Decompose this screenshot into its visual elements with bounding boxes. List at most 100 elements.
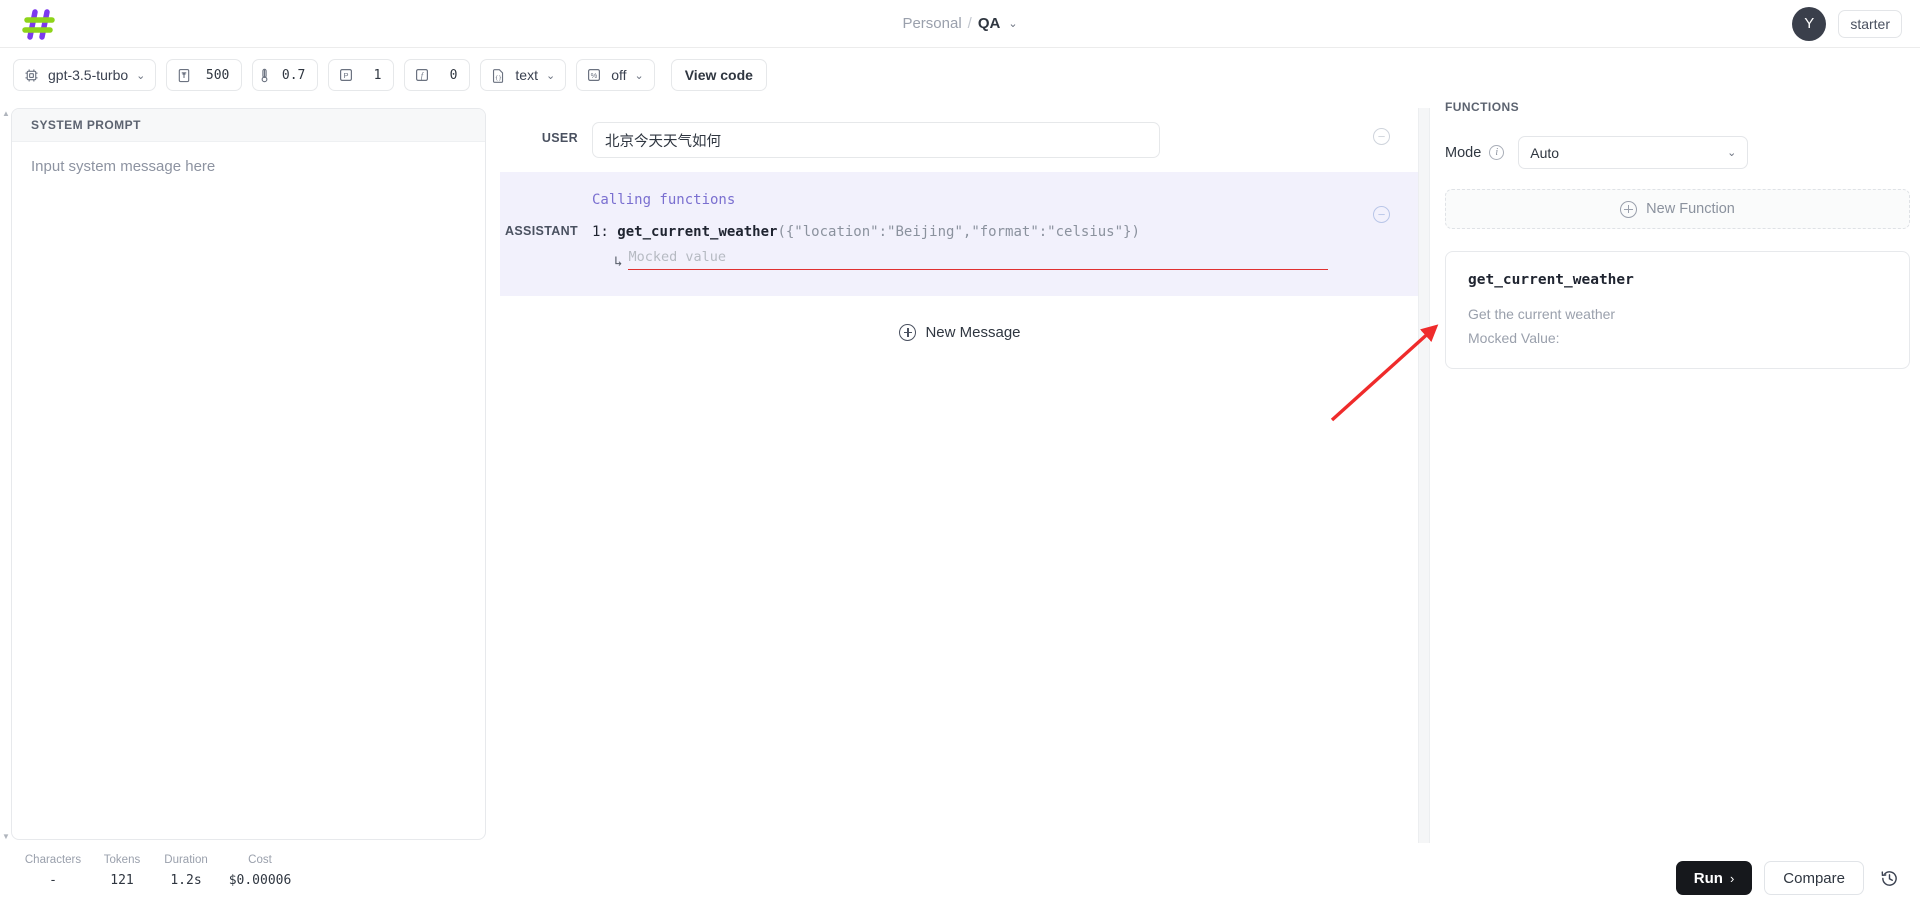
app-header: Personal / QA ⌄ Y starter xyxy=(0,0,1920,48)
chip-icon xyxy=(14,60,48,90)
return-arrow-icon: ↳ xyxy=(614,254,623,270)
message-content: Calling functions 1: get_current_weather… xyxy=(592,192,1420,270)
minus-circle-icon[interactable]: − xyxy=(1373,128,1390,145)
chevron-down-icon[interactable]: ⌄ xyxy=(546,69,565,82)
stat-value: 121 xyxy=(110,873,134,888)
frequency-penalty-control[interactable]: f 0 xyxy=(404,59,471,91)
avatar[interactable]: Y xyxy=(1792,6,1827,41)
chevron-down-icon[interactable]: ⌄ xyxy=(1008,17,1017,30)
compare-button[interactable]: Compare xyxy=(1764,861,1864,895)
scroll-down-icon[interactable]: ▼ xyxy=(2,833,11,841)
presence-penalty-control[interactable]: % off ⌄ xyxy=(576,59,655,91)
run-stats: Characters - Tokens 121 Duration 1.2s Co… xyxy=(14,854,300,888)
function-call-line: 1: get_current_weather({"location":"Beij… xyxy=(592,224,1370,240)
footer-actions: Run › Compare xyxy=(1675,861,1902,895)
max-length-icon xyxy=(167,60,200,90)
stat-label: Characters xyxy=(24,854,82,866)
function-card-mocked-value-label: Mocked Value: xyxy=(1468,330,1560,346)
function-call-index: 1: xyxy=(592,224,609,240)
new-function-label: New Function xyxy=(1646,201,1735,217)
message-role-label: ASSISTANT xyxy=(504,224,578,238)
parameters-toolbar: gpt-3.5-turbo ⌄ 500 0.7 P 1 f 0 {} text … xyxy=(0,48,1920,102)
stat-tokens: Tokens 121 xyxy=(92,854,152,888)
new-function-button[interactable]: New Function xyxy=(1445,189,1910,229)
info-icon[interactable]: i xyxy=(1489,145,1505,160)
stat-duration: Duration 1.2s xyxy=(152,854,220,888)
p-box-icon: P xyxy=(329,60,363,90)
chevron-right-icon: › xyxy=(1729,870,1735,886)
mocked-value-row: ↳ Mocked value xyxy=(592,249,1370,270)
plan-badge[interactable]: starter xyxy=(1838,9,1902,38)
stat-cost: Cost $0.00006 xyxy=(220,854,300,888)
thermometer-icon xyxy=(253,60,276,90)
scroll-up-icon[interactable]: ▲ xyxy=(2,110,11,118)
functions-mode-row: Mode i Auto ⌄ xyxy=(1445,136,1910,169)
svg-text:{}: {} xyxy=(495,75,502,81)
stat-label: Tokens xyxy=(103,854,141,866)
system-prompt-panel: SYSTEM PROMPT Input system message here xyxy=(11,108,486,840)
function-card[interactable]: get_current_weather Get the current weat… xyxy=(1445,251,1910,369)
top-p-value[interactable]: 1 xyxy=(363,68,393,83)
svg-text:f: f xyxy=(421,71,425,80)
f-box-icon: f xyxy=(405,60,439,90)
svg-text:%: % xyxy=(591,71,598,80)
frequency-penalty-value[interactable]: 0 xyxy=(439,68,469,83)
system-prompt-input[interactable]: Input system message here xyxy=(12,142,485,191)
footer-bar: Characters - Tokens 121 Duration 1.2s Co… xyxy=(0,846,1920,911)
messages-scrollbar[interactable] xyxy=(1418,108,1430,843)
stat-label: Duration xyxy=(164,854,208,866)
mocked-value-input[interactable]: Mocked value xyxy=(628,249,1329,270)
chevron-down-icon[interactable]: ⌄ xyxy=(136,69,155,82)
new-message-label: New Message xyxy=(925,324,1021,341)
message-row-assistant: ASSISTANT Calling functions 1: get_curre… xyxy=(500,172,1420,296)
run-button[interactable]: Run › xyxy=(1675,861,1753,895)
breadcrumb-org: Personal xyxy=(902,15,962,32)
response-format-control[interactable]: {} text ⌄ xyxy=(480,59,567,91)
stat-value: - xyxy=(49,873,57,888)
new-message-button[interactable]: New Message xyxy=(500,324,1420,341)
presence-penalty-value: off xyxy=(611,67,627,83)
message-row-user: USER 北京今天天气如何 − xyxy=(500,108,1420,172)
function-call-name: get_current_weather xyxy=(617,224,778,240)
message-role-label: USER xyxy=(541,131,578,145)
function-call-args: ({"location":"Beijing","format":"celsius… xyxy=(777,224,1140,240)
breadcrumb-project: QA xyxy=(977,15,1001,32)
playground-app: Personal / QA ⌄ Y starter gpt-3.5-turbo … xyxy=(0,0,1920,911)
stat-value: 1.2s xyxy=(170,873,202,888)
hash-logo-icon[interactable] xyxy=(20,4,60,44)
message-content: 北京今天天气如何 xyxy=(592,122,1420,158)
function-card-name: get_current_weather xyxy=(1468,272,1634,288)
chevron-down-icon[interactable]: ⌄ xyxy=(635,69,654,82)
history-clock-icon[interactable] xyxy=(1876,865,1902,891)
breadcrumb[interactable]: Personal / QA ⌄ xyxy=(902,15,1017,32)
temperature-value[interactable]: 0.7 xyxy=(276,68,317,83)
max-tokens-control[interactable]: 500 xyxy=(166,59,243,91)
breadcrumb-separator: / xyxy=(967,15,972,32)
percent-box-icon: % xyxy=(577,60,611,90)
minus-circle-icon[interactable]: − xyxy=(1373,206,1390,223)
messages-list: USER 北京今天天气如何 − ASSISTANT Calling functi… xyxy=(500,108,1420,840)
stat-label: Cost xyxy=(248,854,272,866)
logo-wrap[interactable] xyxy=(0,4,80,44)
temperature-control[interactable]: 0.7 xyxy=(252,59,319,91)
model-value: gpt-3.5-turbo xyxy=(48,67,129,83)
mode-select-value: Auto xyxy=(1530,144,1560,161)
max-tokens-value[interactable]: 500 xyxy=(200,68,241,83)
svg-text:P: P xyxy=(344,71,349,80)
plus-circle-icon xyxy=(1620,200,1638,218)
header-right: Y starter xyxy=(1792,6,1902,41)
view-code-button[interactable]: View code xyxy=(670,59,767,91)
functions-panel-title: FUNCTIONS xyxy=(1445,100,1520,114)
calling-functions-label: Calling functions xyxy=(592,192,736,208)
mode-select[interactable]: Auto ⌄ xyxy=(1518,136,1749,169)
user-message-input[interactable]: 北京今天天气如何 xyxy=(592,122,1160,158)
stat-characters: Characters - xyxy=(14,854,92,888)
model-selector[interactable]: gpt-3.5-turbo ⌄ xyxy=(13,59,157,91)
functions-panel: FUNCTIONS Mode i Auto ⌄ New Function get… xyxy=(1445,100,1910,369)
mode-label: Mode xyxy=(1445,144,1482,161)
run-label: Run xyxy=(1693,869,1723,887)
file-code-icon: {} xyxy=(481,60,515,90)
stat-value: $0.00006 xyxy=(228,873,292,888)
top-p-control[interactable]: P 1 xyxy=(328,59,395,91)
system-prompt-title: SYSTEM PROMPT xyxy=(12,109,485,142)
